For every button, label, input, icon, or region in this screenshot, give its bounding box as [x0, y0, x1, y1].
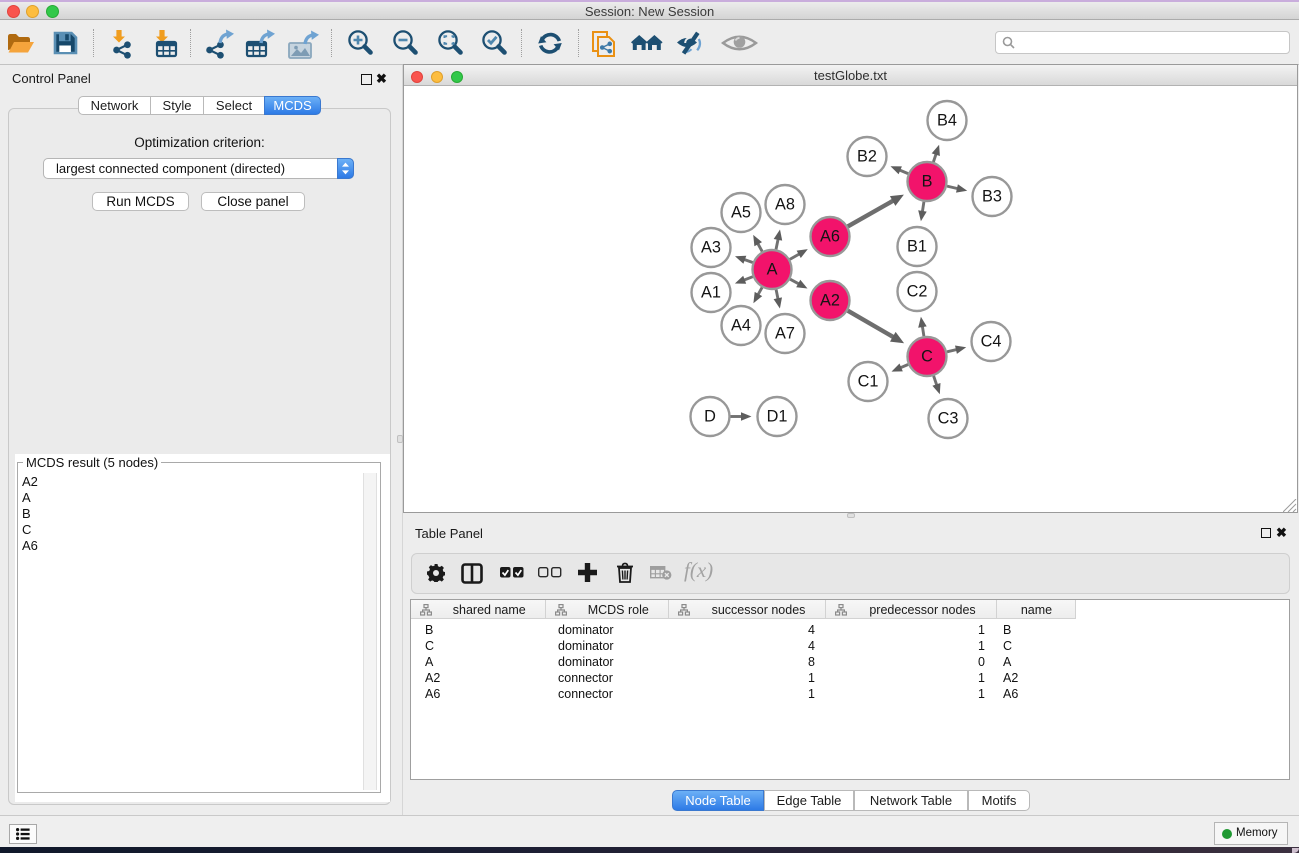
svg-text:B1: B1	[907, 238, 927, 256]
svg-text:D1: D1	[767, 408, 788, 426]
svg-text:C3: C3	[938, 410, 959, 428]
svg-text:A4: A4	[731, 317, 751, 335]
svg-text:B: B	[922, 173, 933, 191]
svg-text:A5: A5	[731, 204, 751, 222]
svg-text:A8: A8	[775, 196, 795, 214]
svg-text:A7: A7	[775, 325, 795, 343]
svg-text:B3: B3	[982, 188, 1002, 206]
svg-text:B2: B2	[857, 148, 877, 166]
svg-text:A2: A2	[820, 292, 840, 310]
svg-text:C4: C4	[981, 333, 1002, 351]
svg-text:A: A	[767, 261, 778, 279]
svg-text:B4: B4	[937, 112, 957, 130]
svg-text:C: C	[921, 348, 933, 366]
svg-text:A1: A1	[701, 284, 721, 302]
svg-text:A6: A6	[820, 228, 840, 246]
svg-text:C1: C1	[858, 373, 879, 391]
svg-text:C2: C2	[907, 283, 928, 301]
svg-text:D: D	[704, 408, 716, 426]
svg-text:A3: A3	[701, 239, 721, 257]
